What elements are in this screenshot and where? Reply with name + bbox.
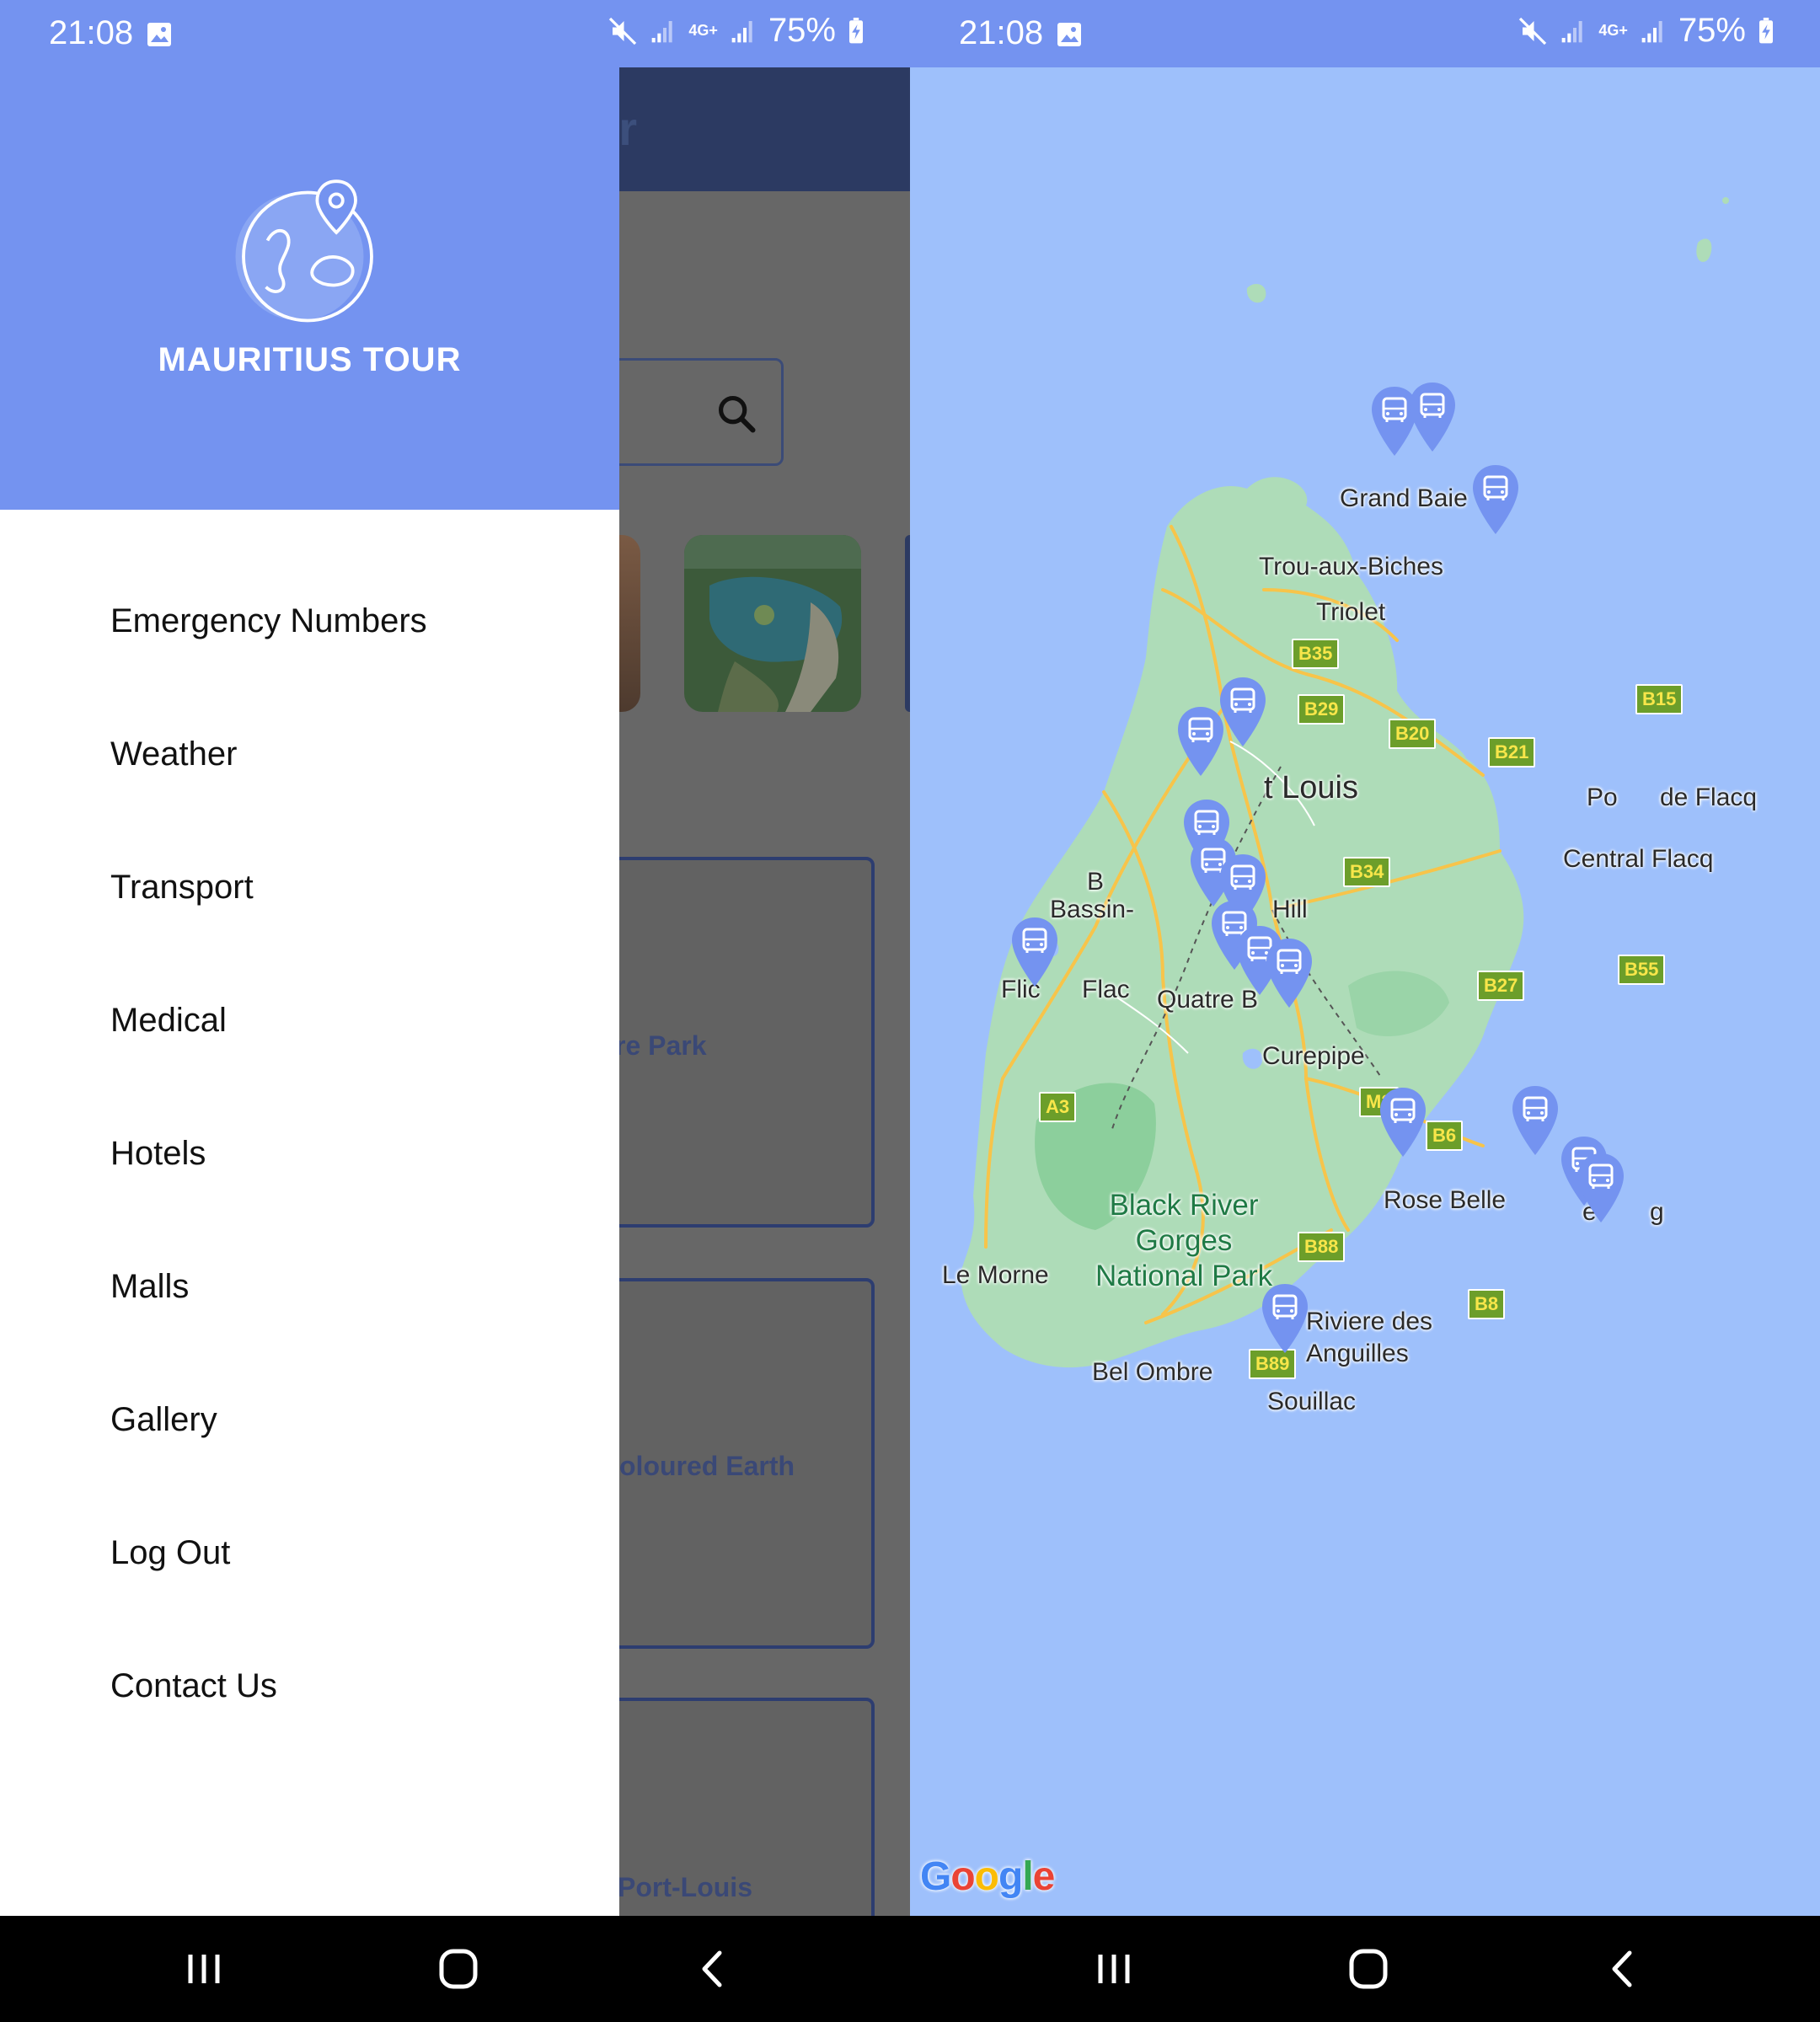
bus-icon[interactable] <box>1264 937 1314 1009</box>
google-logo: Google <box>920 1854 1055 1899</box>
mute-icon <box>1519 17 1547 45</box>
road-badge: B27 <box>1477 971 1525 1001</box>
bus-icon[interactable] <box>1260 1282 1310 1355</box>
mute-icon <box>609 17 637 45</box>
recent-apps-icon[interactable] <box>179 1948 229 1990</box>
map-label-central-flacq: Central Flacq <box>1563 845 1714 873</box>
road-badge: B21 <box>1488 737 1536 768</box>
road-badge: B88 <box>1298 1232 1346 1262</box>
road-badge: B34 <box>1343 857 1391 887</box>
map-label-le-morne: Le Morne <box>942 1261 1049 1289</box>
drawer-header: MAURITIUS TOUR <box>0 67 619 510</box>
signal-icon <box>731 20 752 42</box>
menu-item-gallery[interactable]: Gallery <box>110 1401 217 1439</box>
menu-item-emergency-numbers[interactable]: Emergency Numbers <box>110 602 427 640</box>
recent-apps-icon[interactable] <box>1089 1948 1139 1990</box>
map-canvas[interactable] <box>910 67 1820 1916</box>
map-label-mahebourg: g <box>1650 1198 1664 1226</box>
app-name: MAURITIUS TOUR <box>158 341 462 378</box>
clock: 21:08 <box>959 14 1044 51</box>
image-notification-icon <box>147 23 171 46</box>
bus-icon[interactable] <box>1510 1084 1560 1157</box>
menu-item-weather[interactable]: Weather <box>110 736 237 773</box>
battery-charging-icon <box>849 17 863 43</box>
battery-charging-icon <box>1759 17 1773 43</box>
road-badge: B15 <box>1635 684 1684 714</box>
right-screen-map: B35 B29 B20 B21 B15 B34 B55 B27 A3 M2 B6… <box>910 0 1820 2022</box>
map-label-triolet: Triolet <box>1316 598 1386 626</box>
globe-pin-logo-icon <box>235 179 373 323</box>
left-screen: ur re Park oloured Earth Port-Louis <box>0 0 910 2022</box>
back-icon[interactable] <box>1598 1948 1648 1990</box>
map-label-port-louis: t Louis <box>1264 770 1358 805</box>
signal-icon <box>1562 20 1583 42</box>
menu-item-contact-us[interactable]: Contact Us <box>110 1667 277 1705</box>
menu-item-medical[interactable]: Medical <box>110 1002 227 1040</box>
image-notification-icon <box>1057 23 1081 46</box>
road-badge: B6 <box>1426 1121 1464 1151</box>
attraction-thumbnail[interactable] <box>684 535 861 712</box>
signal-icon <box>652 20 673 42</box>
road-badge: B8 <box>1468 1289 1506 1319</box>
road-badge: B55 <box>1618 955 1666 985</box>
map-label-bassin: Bassin- <box>1050 896 1135 923</box>
bus-icon[interactable] <box>1470 463 1521 536</box>
road-badge: B20 <box>1389 719 1437 749</box>
system-nav-bar <box>910 1916 1820 2022</box>
menu-item-malls[interactable]: Malls <box>110 1268 189 1306</box>
map-label-hill: Hill <box>1272 896 1308 923</box>
bus-icon[interactable] <box>1407 381 1458 453</box>
battery-level: 75% <box>1678 12 1746 49</box>
attraction-card-title: oloured Earth <box>619 1451 795 1481</box>
status-bar: 21:08 4G+ 75% <box>0 0 910 67</box>
map-label-rose-belle: Rose Belle <box>1384 1186 1507 1214</box>
road-badge: B29 <box>1298 694 1346 725</box>
map-label-black-river-gorges: Black River Gorges National Park <box>1095 1189 1273 1292</box>
home-icon[interactable] <box>433 1948 484 1990</box>
status-bar: 21:08 4G+ 75% <box>910 0 1820 67</box>
map-label-curepipe: Curepipe <box>1262 1042 1365 1070</box>
signal-icon <box>1641 20 1662 42</box>
road-badge: B35 <box>1292 639 1340 669</box>
map-label-poste-de-flacq: Po <box>1587 784 1618 811</box>
map-label-b: B <box>1087 868 1105 896</box>
bus-icon[interactable] <box>1378 1086 1428 1158</box>
attraction-card-title: Port-Louis <box>618 1872 752 1902</box>
map-label-grand-baie: Grand Baie <box>1340 484 1468 512</box>
map-label-flic-en-flac: Flac <box>1082 976 1130 1003</box>
map-label-trou-aux-biches: Trou-aux-Biches <box>1259 553 1443 580</box>
map-label-souillac: Souillac <box>1267 1388 1357 1415</box>
clock: 21:08 <box>49 14 134 51</box>
menu-item-hotels[interactable]: Hotels <box>110 1135 206 1173</box>
navigation-drawer: MAURITIUS TOUR Emergency Numbers Weather… <box>0 67 619 1916</box>
map-label-poste-de-flacq: de Flacq <box>1660 784 1758 811</box>
menu-item-log-out[interactable]: Log Out <box>110 1534 230 1572</box>
map-label-riviere-des-anguilles: Riviere des Anguilles <box>1306 1308 1433 1367</box>
bus-icon[interactable] <box>1009 916 1060 988</box>
bus-icon[interactable] <box>1576 1152 1626 1224</box>
network-type: 4G+ <box>1598 22 1628 39</box>
home-icon[interactable] <box>1343 1948 1394 1990</box>
back-icon[interactable] <box>688 1948 738 1990</box>
attraction-card-title: re Park <box>615 1030 707 1061</box>
menu-item-transport[interactable]: Transport <box>110 869 254 907</box>
map-label-bel-ombre: Bel Ombre <box>1092 1358 1213 1386</box>
bus-icon[interactable] <box>1218 676 1268 748</box>
search-icon[interactable] <box>715 392 758 436</box>
system-nav-bar <box>0 1916 910 2022</box>
battery-level: 75% <box>768 12 836 49</box>
network-type: 4G+ <box>688 22 718 39</box>
road-badge: A3 <box>1039 1092 1077 1122</box>
